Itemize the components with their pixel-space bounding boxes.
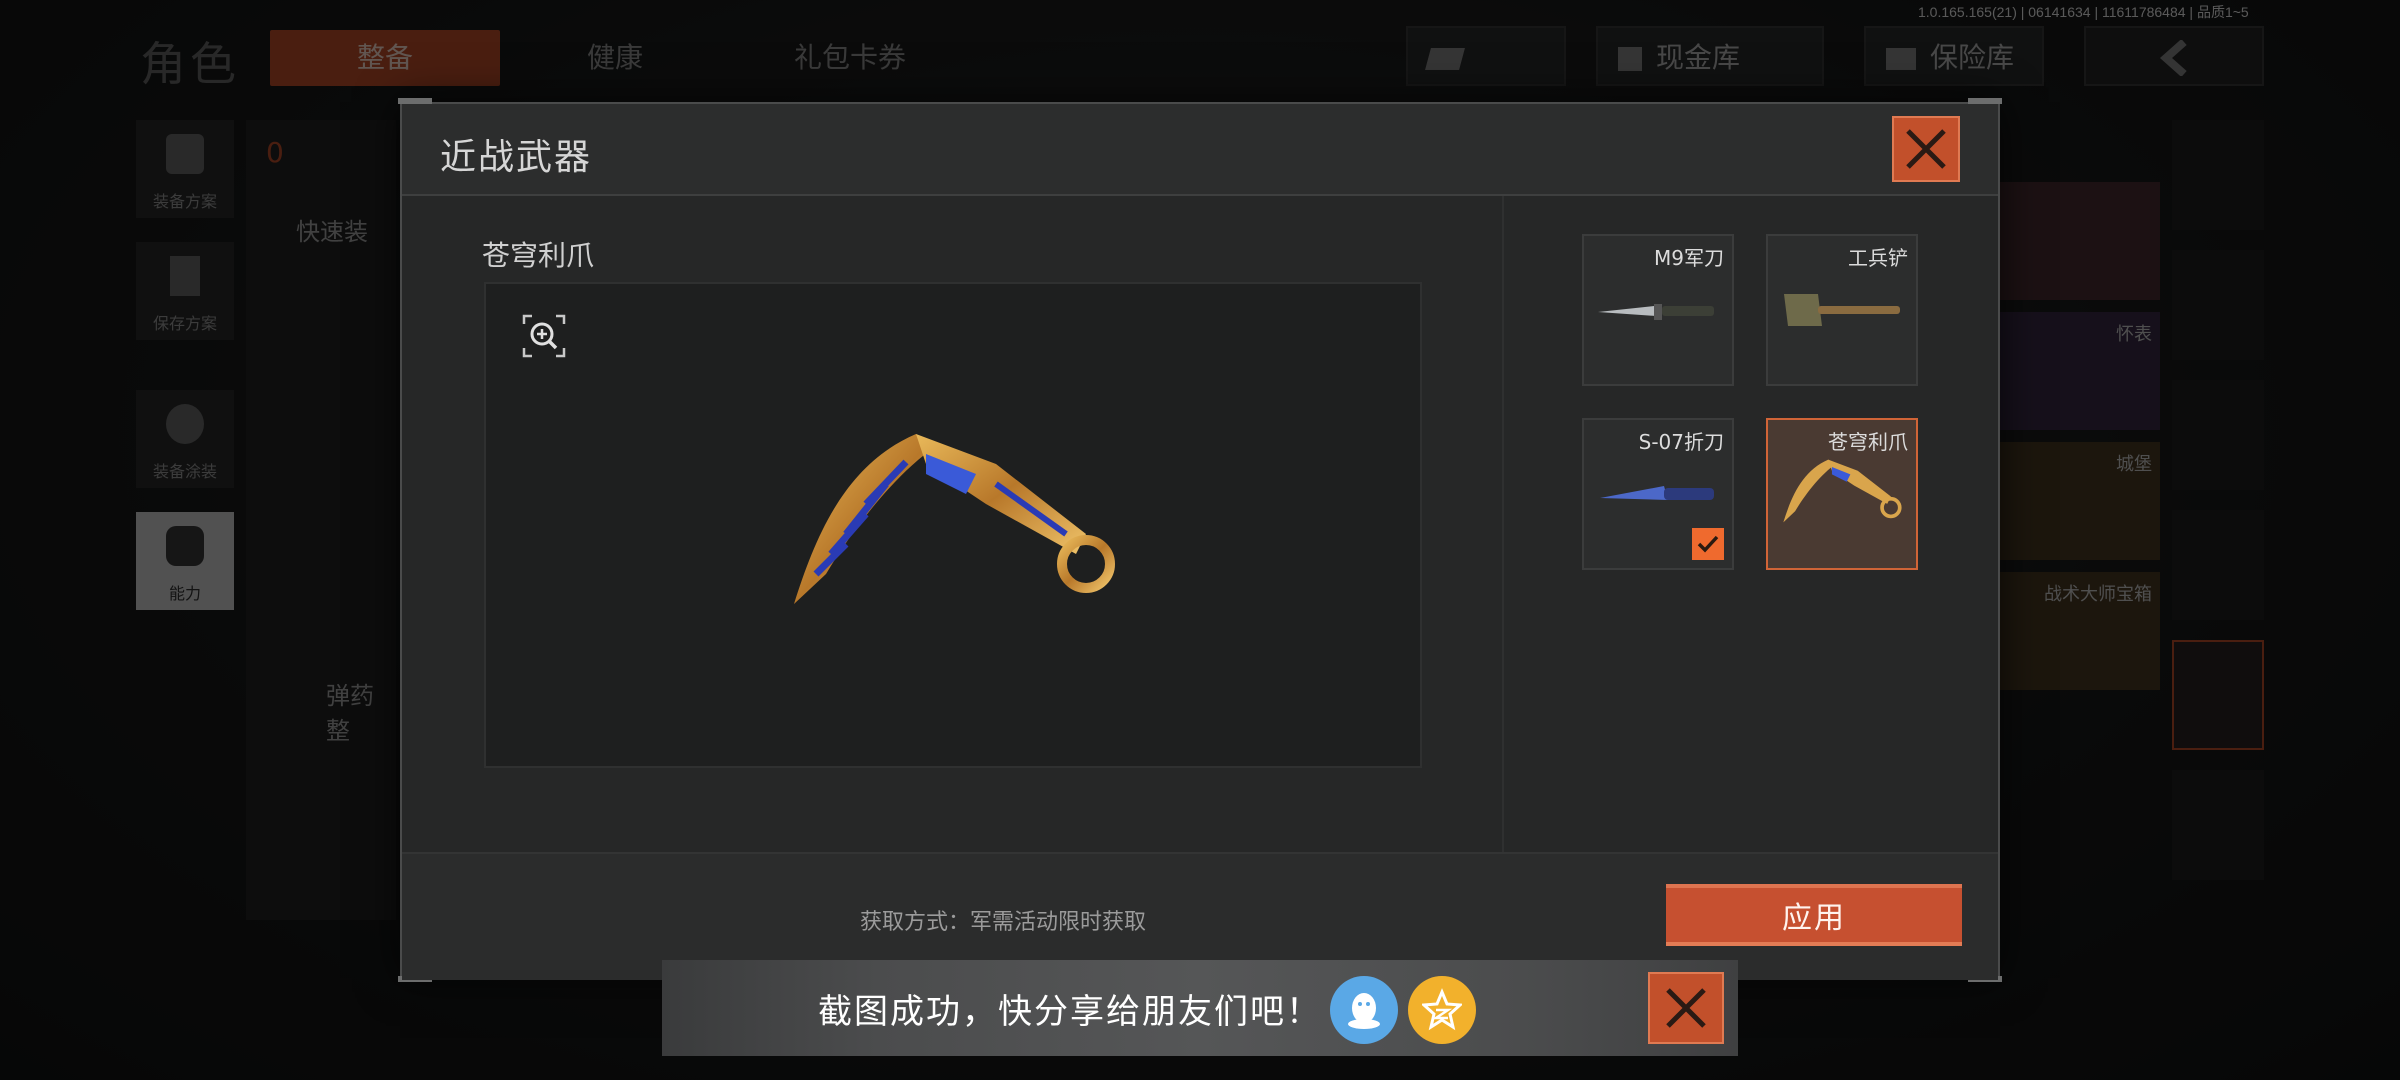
helmet-icon (166, 404, 204, 444)
tab-health[interactable]: 健康 (520, 30, 710, 86)
menu-label: 装备涂装 (152, 462, 217, 481)
back-arrow-icon (2159, 40, 2187, 76)
cash-vault-button[interactable]: 现金库 0.4B (1596, 26, 1824, 134)
left-menu: 装备方案 保存方案 装备涂装 能力 (136, 120, 236, 634)
right-item-card[interactable]: 城堡 (1996, 442, 2160, 560)
share-qzone-button[interactable] (1408, 976, 1476, 1044)
shop-icon[interactable] (2172, 640, 2264, 750)
safe-box-label: 保险库 (1930, 41, 2015, 74)
shovel-icon (1784, 294, 1900, 326)
vertical-divider (1502, 196, 1504, 852)
weapon-card-shovel[interactable]: 工兵铲 (1766, 234, 1918, 386)
zoom-button[interactable] (522, 314, 566, 358)
safe-icon (1886, 48, 1916, 70)
right-item-list: 怀表 城堡 战术大师宝箱 (1996, 182, 2160, 690)
quick-equip-label[interactable]: 快速装 (296, 212, 368, 247)
stack-icon[interactable] (2172, 120, 2264, 230)
loadout-panel: 0 快速装 弹药整 (246, 120, 396, 920)
menu-equip-skin[interactable]: 装备涂装 (136, 390, 234, 488)
folding-knife-icon (1600, 486, 1714, 500)
menu-save-plan[interactable]: 保存方案 (136, 242, 234, 340)
melee-weapon-dialog: 近战武器 苍穹利爪 M9军刀 工兵铲 S-07折刀 苍穹利爪 获取方式：军需活动… (398, 98, 2002, 982)
tab-equip[interactable]: 整备 (270, 30, 500, 86)
lightning-icon (166, 526, 204, 566)
backpack-count: 0 (266, 136, 284, 169)
dialog-header: 近战武器 (402, 104, 1998, 196)
ammo-label[interactable]: 弹药整 (326, 676, 396, 746)
cash-icon (1425, 48, 1465, 70)
karambit-thumb-icon (1783, 459, 1902, 523)
right-item-card[interactable]: 战术大师宝箱 (1996, 572, 2160, 690)
tab-gift-cards[interactable]: 礼包卡券 (740, 30, 960, 86)
weapon-card-label: M9军刀 (1654, 246, 1724, 270)
vest-icon (166, 134, 204, 174)
zoom-in-icon (522, 314, 566, 358)
weapon-card-label: S-07折刀 (1638, 430, 1724, 454)
right-side-menu (2172, 120, 2264, 1020)
key-icon[interactable] (2172, 510, 2264, 620)
toast-message: 截图成功，快分享给朋友们吧！ (818, 992, 1322, 1032)
right-item-card[interactable] (1996, 182, 2160, 300)
dialog-title: 近战武器 (440, 137, 593, 178)
menu-label: 能力 (168, 584, 201, 603)
back-button[interactable] (2084, 26, 2264, 86)
close-icon (1906, 129, 1946, 169)
menu-equip-plan[interactable]: 装备方案 (136, 120, 234, 218)
share-qq-button[interactable] (1330, 976, 1398, 1044)
karambit-weapon-image (794, 434, 1115, 604)
qq-penguin-icon (1348, 993, 1380, 1029)
apply-button[interactable]: 应用 (1666, 884, 1962, 946)
toast-close-button[interactable] (1648, 972, 1724, 1044)
weapon-card-label: 苍穹利爪 (1828, 430, 1908, 454)
selected-item-name: 苍穹利爪 (482, 239, 595, 272)
weapon-card-label: 工兵铲 (1848, 246, 1908, 270)
acquire-method: 获取方式：军需活动限时获取 (860, 910, 1147, 935)
menu-label: 保存方案 (152, 314, 217, 333)
right-item-card[interactable]: 怀表 (1996, 312, 2160, 430)
weapon-card-s07[interactable]: S-07折刀 (1582, 418, 1734, 570)
page-title: 角色 (140, 37, 240, 91)
weapon-card-m9[interactable]: M9军刀 (1582, 234, 1734, 386)
close-icon (1666, 988, 1706, 1028)
equipped-check (1692, 528, 1724, 560)
safe-box-button[interactable]: 保险库 (1864, 26, 2044, 86)
box-icon[interactable] (2172, 380, 2264, 490)
version-info: 1.0.165.165(21) | 06141634 | 11611786484… (1918, 4, 2249, 20)
m9-knife-icon (1598, 304, 1714, 320)
download-icon (170, 256, 200, 296)
check-icon (1697, 535, 1719, 553)
close-button[interactable] (1892, 116, 1960, 182)
menu-ability[interactable]: 能力 (136, 512, 234, 610)
vault-icon (1618, 47, 1642, 71)
weapon-preview (484, 282, 1422, 768)
screenshot-toast: 截图成功，快分享给朋友们吧！ (662, 960, 1738, 1056)
qzone-star-icon (1422, 988, 1462, 1031)
menu-label: 装备方案 (152, 192, 217, 211)
weapon-card-karambit[interactable]: 苍穹利爪 (1766, 418, 1918, 570)
currency-display: 45164 (1406, 26, 1566, 134)
home-icon[interactable] (2172, 250, 2264, 360)
clock-icon[interactable] (2172, 770, 2264, 880)
